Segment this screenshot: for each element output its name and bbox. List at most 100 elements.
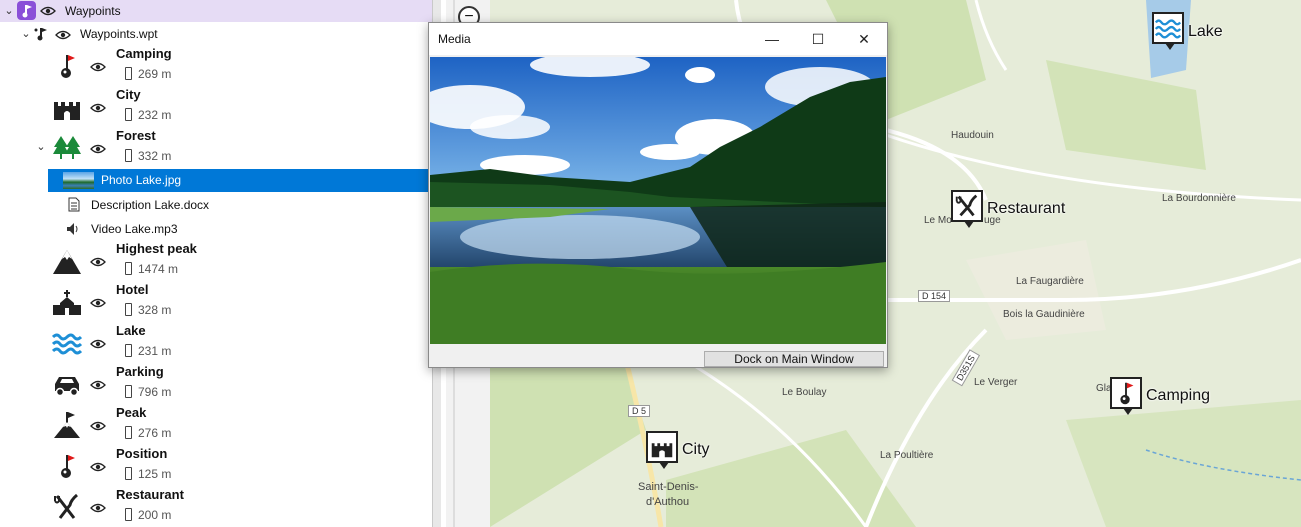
- waypoint-elevation: 200 m: [125, 508, 171, 522]
- eye-icon[interactable]: [90, 379, 106, 391]
- media-window[interactable]: Media — ☐ ✕ Dock on Main Window: [428, 22, 888, 368]
- castle-icon: [651, 443, 673, 458]
- eye-icon[interactable]: [90, 143, 106, 155]
- map-marker-label: Camping: [1146, 387, 1211, 404]
- elevation-icon: [125, 149, 132, 162]
- waypoint-row-forest[interactable]: ⌄ Forest 332 m: [0, 127, 432, 168]
- waypoint-row-lake[interactable]: Lake 231 m: [0, 322, 432, 363]
- elevation-icon: [125, 344, 132, 357]
- chevron-down-icon[interactable]: ⌄: [35, 141, 47, 153]
- eye-icon[interactable]: [90, 256, 106, 268]
- waypoint-row-parking[interactable]: Parking 796 m: [0, 363, 432, 404]
- waypoint-name: Lake: [116, 323, 146, 338]
- media-window-titlebar[interactable]: Media — ☐ ✕: [429, 23, 887, 55]
- eye-icon[interactable]: [90, 61, 106, 73]
- elevation-icon: [125, 303, 132, 316]
- elevation-icon: [125, 426, 132, 439]
- map-place-label: La Bourdonnière: [1162, 193, 1236, 204]
- waypoint-row-peak[interactable]: Peak 276 m: [0, 404, 432, 445]
- eye-icon[interactable]: [90, 420, 106, 432]
- attachment-row-audio[interactable]: Video Lake.mp3: [0, 217, 432, 240]
- chevron-down-icon[interactable]: ⌄: [3, 5, 15, 17]
- eye-icon[interactable]: [40, 5, 56, 17]
- waypoint-name: Camping: [116, 46, 172, 61]
- map-place-label: Le Boulay: [782, 387, 827, 398]
- waypoint-name: Highest peak: [116, 241, 197, 256]
- elevation-icon: [125, 108, 132, 121]
- photo-thumbnail-icon: [63, 172, 94, 189]
- eye-icon[interactable]: [90, 502, 106, 514]
- waypoint-elevation: 231 m: [125, 344, 171, 358]
- media-window-title: Media: [438, 32, 471, 46]
- close-button[interactable]: ✕: [841, 23, 887, 55]
- speaker-icon: [66, 222, 82, 236]
- elevation-icon: [125, 67, 132, 80]
- eye-icon[interactable]: [55, 29, 71, 41]
- attachment-row-document[interactable]: Description Lake.docx: [0, 193, 432, 216]
- waypoint-name: Peak: [116, 405, 147, 420]
- waypoint-elevation: 269 m: [125, 67, 171, 81]
- minimize-button[interactable]: —: [749, 23, 795, 55]
- map-place-label: La Faugardière: [1016, 276, 1084, 287]
- waypoint-name: Restaurant: [116, 487, 184, 502]
- waypoint-elevation: 1474 m: [125, 262, 178, 276]
- tree-root-label: Waypoints: [65, 4, 121, 18]
- waypoints-app-icon: [17, 1, 36, 20]
- chevron-down-icon[interactable]: ⌄: [20, 28, 32, 40]
- waypoint-row-hotel[interactable]: Hotel 328 m: [0, 281, 432, 322]
- waypoint-name: Position: [116, 446, 168, 461]
- waypoint-elevation: 125 m: [125, 467, 171, 481]
- tree-file-label: Waypoints.wpt: [80, 27, 158, 41]
- eye-icon[interactable]: [90, 102, 106, 114]
- trees-icon: [52, 133, 82, 163]
- waypoint-name: Parking: [116, 364, 164, 379]
- map-marker-city[interactable]: [646, 431, 678, 469]
- fork-knife-icon: [955, 194, 978, 217]
- attachment-row-photo[interactable]: Photo Lake.jpg: [48, 169, 432, 192]
- waypoint-row-highest-peak[interactable]: Highest peak 1474 m: [0, 240, 432, 281]
- camping-flag-icon: [52, 51, 82, 81]
- car-icon: [52, 369, 82, 399]
- attachment-label: Video Lake.mp3: [91, 222, 178, 236]
- waypoint-name: Forest: [116, 128, 156, 143]
- waypoint-elevation: 276 m: [125, 426, 171, 440]
- waypoint-row-camping[interactable]: Camping 269 m: [0, 45, 432, 86]
- tree-root-row[interactable]: ⌄ Waypoints: [0, 0, 432, 22]
- map-marker-label: Lake: [1188, 23, 1223, 40]
- eye-icon[interactable]: [90, 338, 106, 350]
- map-place-label: Saint-Denis-: [638, 481, 699, 493]
- waypoint-elevation: 232 m: [125, 108, 171, 122]
- lake-photo-image: [430, 57, 886, 344]
- eye-icon[interactable]: [90, 461, 106, 473]
- waypoint-name: Hotel: [116, 282, 149, 297]
- maximize-button[interactable]: ☐: [795, 23, 841, 55]
- waypoint-name: City: [116, 87, 141, 102]
- eye-icon[interactable]: [90, 297, 106, 309]
- map-place-label: Le Mo: [924, 215, 952, 226]
- dock-on-main-window-button[interactable]: Dock on Main Window: [704, 351, 884, 367]
- elevation-icon: [125, 385, 132, 398]
- map-place-label: Haudouin: [951, 130, 994, 141]
- media-photo: [430, 57, 886, 344]
- elevation-icon: [125, 467, 132, 480]
- waypoint-file-icon: [33, 26, 49, 42]
- map-marker-label: City: [682, 441, 710, 458]
- mountain-icon: [52, 246, 82, 276]
- map-marker-label: Restaurant: [987, 200, 1066, 217]
- map-place-label: Bois la Gaudinière: [1003, 309, 1085, 320]
- waves-icon: [51, 328, 83, 358]
- waypoint-elevation: 328 m: [125, 303, 171, 317]
- map-marker-restaurant[interactable]: [951, 190, 983, 228]
- map-marker-camping[interactable]: [1110, 377, 1142, 415]
- attachment-label: Photo Lake.jpg: [101, 173, 182, 187]
- waypoint-row-restaurant[interactable]: Restaurant 200 m: [0, 486, 432, 527]
- waypoint-tree[interactable]: ⌄ Waypoints ⌄ Waypoints.wpt Camping 269 …: [0, 0, 432, 527]
- fork-knife-icon: [52, 492, 82, 522]
- elevation-icon: [125, 508, 132, 521]
- castle-icon: [52, 92, 82, 122]
- waypoint-row-city[interactable]: City 232 m: [0, 86, 432, 127]
- map-marker-lake[interactable]: [1152, 12, 1184, 50]
- tree-file-row[interactable]: ⌄ Waypoints.wpt: [0, 23, 432, 45]
- hotel-icon: [52, 287, 82, 317]
- waypoint-row-position[interactable]: Position 125 m: [0, 445, 432, 486]
